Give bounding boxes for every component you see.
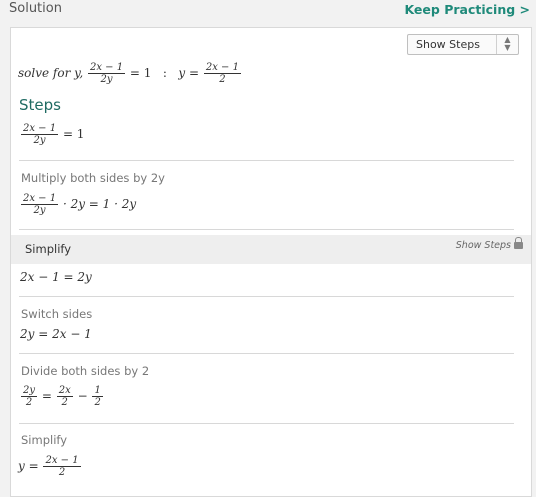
divider (19, 353, 514, 354)
step4-minus: − (77, 389, 88, 403)
summary-rhs: = 1 (129, 66, 152, 80)
step2-equation: 2x − 1 = 2y (20, 270, 92, 284)
lock-icon (514, 237, 523, 249)
divider (19, 160, 514, 161)
step1-label: Multiply both sides by 2y (21, 171, 165, 185)
solution-card: Show Steps ▲ ▼ solve for y, 2x − 1 2y = 1… (10, 27, 532, 497)
summary-result-lhs: y = (178, 66, 200, 80)
step4-equation: 2y 2 = 2x 2 − 1 2 (20, 385, 104, 408)
step4-fraction-c: 1 2 (92, 385, 103, 408)
summary-result-fraction: 2x − 1 2 (203, 62, 241, 85)
show-steps-select-value: Show Steps (416, 38, 480, 51)
step2-label: Simplify (25, 242, 72, 256)
summary-prefix: solve for y, (18, 66, 84, 80)
step4-a-den: 2 (25, 397, 33, 408)
show-steps-link[interactable]: Show Steps (455, 237, 523, 251)
solution-title: Solution (9, 1, 62, 16)
step0-rhs: = 1 (62, 127, 85, 141)
divider (19, 423, 514, 424)
step5-lhs: y = (18, 459, 39, 473)
show-steps-select[interactable]: Show Steps ▲ ▼ (407, 34, 519, 55)
step0-den: 2y (33, 135, 46, 146)
summary-fraction: 2x − 1 2y (87, 62, 126, 85)
step1-rest: · 2y = 1 · 2y (62, 197, 137, 211)
summary-colon: : (162, 66, 167, 80)
step5-fraction: 2x − 1 2 (43, 455, 81, 478)
step0-fraction: 2x − 1 2y (21, 123, 59, 146)
step5-num: 2x − 1 (43, 455, 81, 467)
step1-den: 2y (33, 205, 46, 216)
step4-c-den: 2 (94, 397, 101, 408)
step1-equation: 2x − 1 2y · 2y = 1 · 2y (20, 193, 136, 216)
simplify-step-bar[interactable]: Simplify Show Steps (11, 235, 531, 264)
step1-num: 2x − 1 (21, 193, 59, 205)
step5-den: 2 (58, 467, 66, 478)
divider (19, 296, 514, 297)
summary-frac-den: 2y (100, 74, 113, 85)
summary-frac-num: 2x − 1 (87, 62, 126, 74)
step0-num: 2x − 1 (21, 123, 59, 135)
step5-equation: y = 2x − 1 2 (18, 455, 82, 478)
up-down-arrows-icon: ▲ ▼ (496, 35, 518, 54)
step3-label: Switch sides (21, 307, 93, 321)
step1-fraction: 2x − 1 2y (21, 193, 59, 216)
step4-eq: = (41, 389, 52, 403)
steps-heading: Steps (19, 96, 61, 114)
summary-result-num: 2x − 1 (203, 62, 241, 74)
step4-b-den: 2 (61, 397, 68, 408)
step4-a-num: 2y (21, 385, 38, 397)
summary-result-den: 2 (219, 74, 226, 85)
step4-c-num: 1 (92, 385, 103, 397)
keep-practicing-link[interactable]: Keep Practicing > (404, 2, 530, 17)
step4-b-num: 2x (56, 385, 73, 397)
step0-equation: 2x − 1 2y = 1 (20, 123, 84, 146)
step5-label: Simplify (21, 433, 68, 447)
step3-equation: 2y = 2x − 1 (20, 327, 92, 341)
show-steps-text: Show Steps (455, 240, 511, 251)
divider (19, 229, 514, 230)
summary-equation: solve for y, 2x − 1 2y = 1 : y = 2x − 1 … (18, 62, 242, 85)
step4-fraction-a: 2y 2 (21, 385, 38, 408)
step4-label: Divide both sides by 2 (21, 364, 150, 378)
step4-fraction-b: 2x 2 (56, 385, 73, 408)
